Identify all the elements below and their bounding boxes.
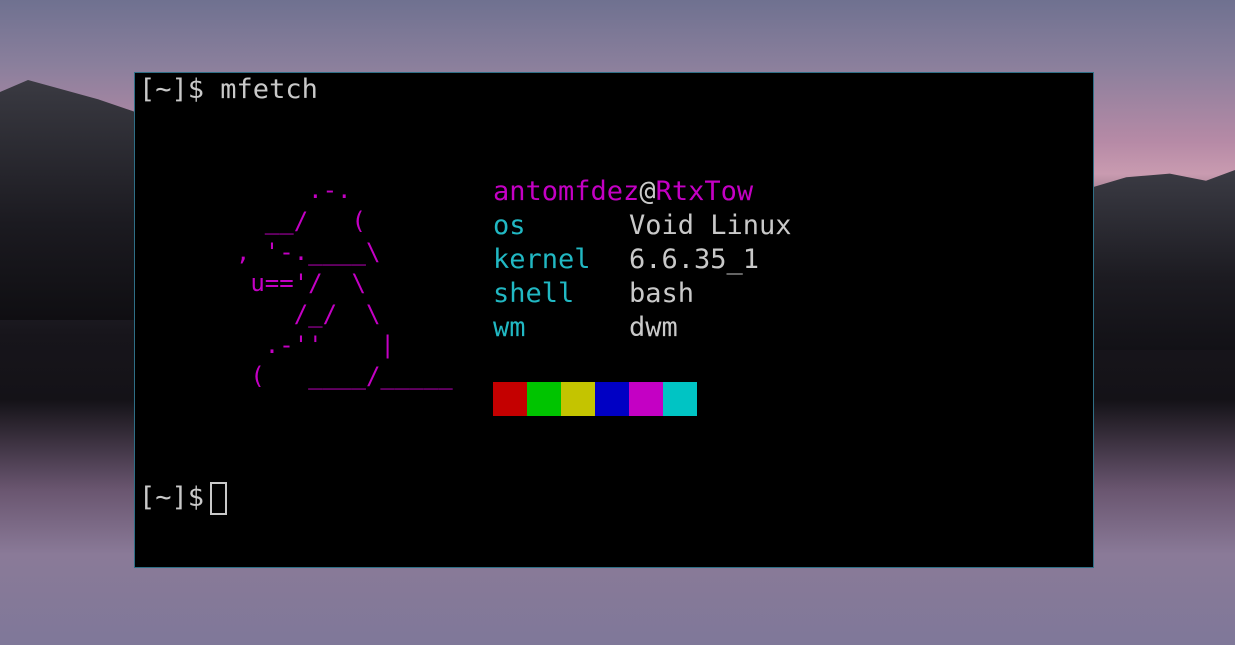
hostname: RtxTow [655,176,754,207]
info-key: wm [493,312,526,343]
user-host-line: antomfdez@RtxTow [493,175,753,209]
command-line: [~]$ mfetch [139,73,318,107]
info-value: Void Linux [629,210,792,241]
mountain-left [0,80,140,320]
prompt: [~]$ [139,74,205,105]
mountain-right [1090,170,1235,350]
palette-swatch-0 [493,382,527,416]
color-palette [493,382,697,416]
distro-ascii-logo: .-. __/ ( , '-.____\ u=='/ \ /_/ \ .-'' … [235,176,453,390]
command-text: mfetch [220,74,318,105]
info-row-shell: shell bash [493,277,694,311]
terminal-window[interactable]: [~]$ mfetch .-. __/ ( , '-.____\ u=='/ \… [134,72,1094,568]
username: antomfdez [493,176,640,207]
palette-swatch-4 [629,382,663,416]
info-row-kernel: kernel 6.6.35_1 [493,243,759,277]
palette-swatch-1 [527,382,561,416]
at-sign: @ [639,176,656,207]
input-line[interactable]: [~]$ [139,481,228,515]
info-value: bash [629,278,695,309]
text-cursor [210,482,228,515]
info-value: dwm [629,312,678,343]
prompt: [~]$ [139,482,205,513]
info-key: os [493,210,526,241]
palette-swatch-5 [663,382,697,416]
info-value: 6.6.35_1 [629,244,760,275]
palette-swatch-2 [561,382,595,416]
info-row-os: os Void Linux [493,209,792,243]
info-row-wm: wm dwm [493,311,678,345]
info-key: shell [493,278,575,309]
info-key: kernel [493,244,591,275]
palette-swatch-3 [595,382,629,416]
